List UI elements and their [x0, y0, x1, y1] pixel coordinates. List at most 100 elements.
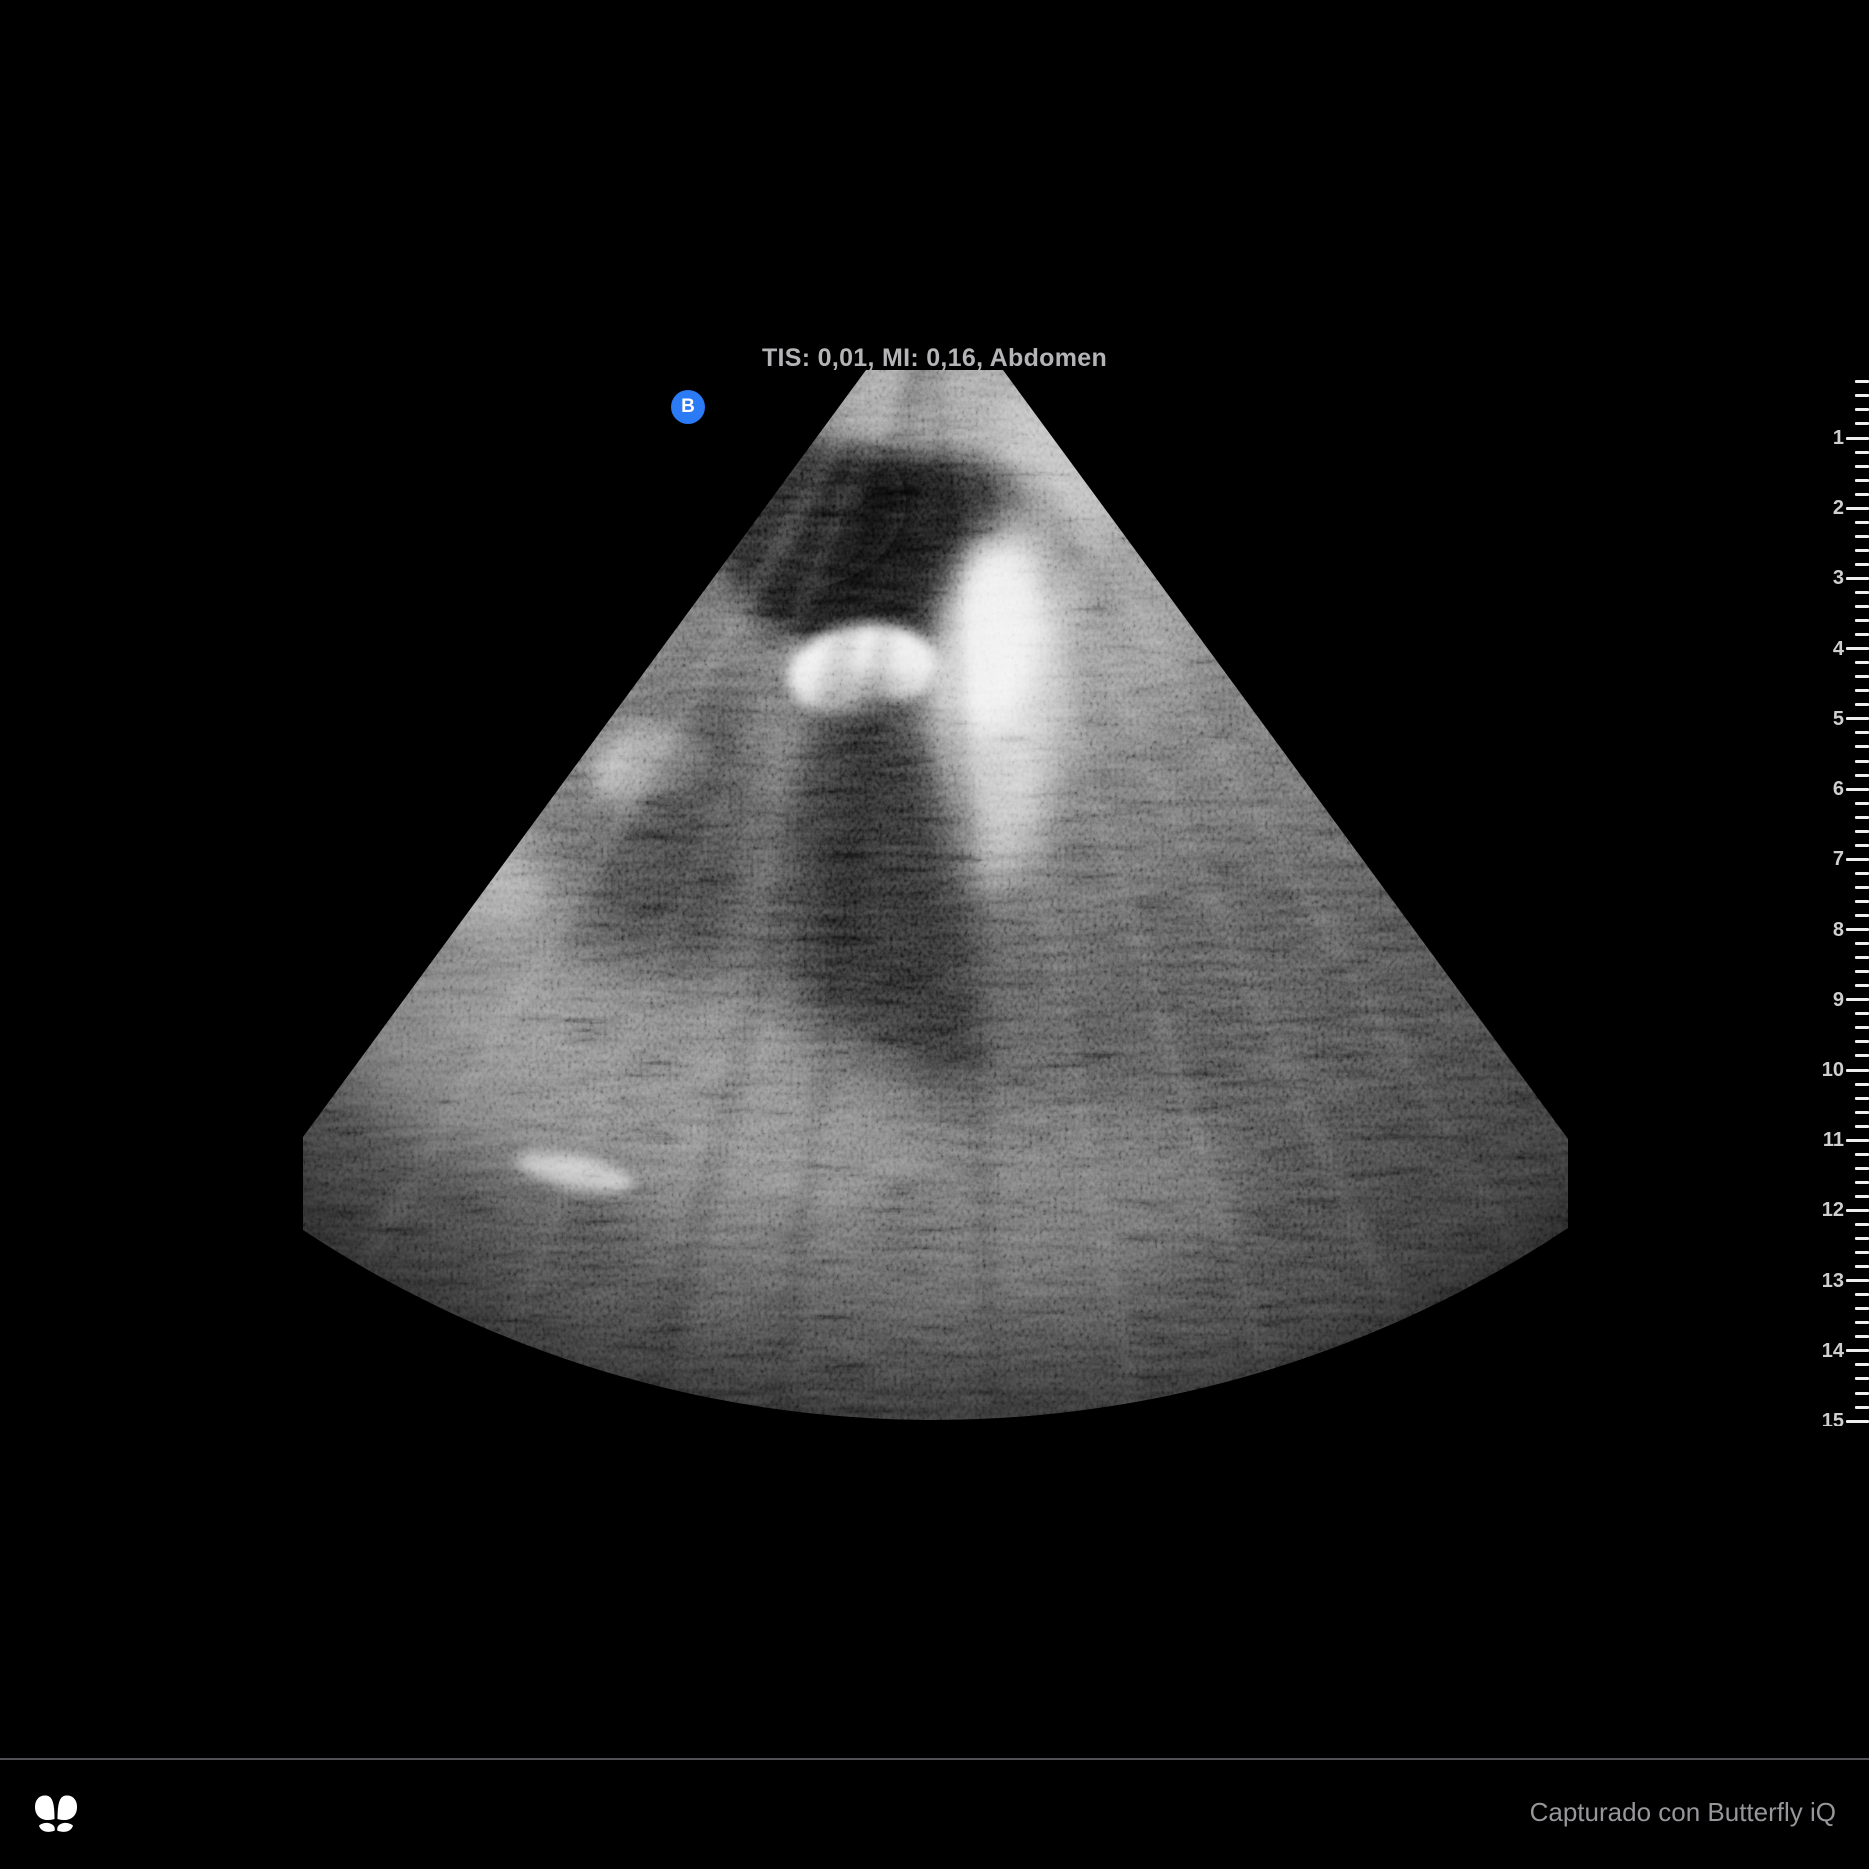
ruler-tick [1855, 1335, 1869, 1338]
ruler-tick [1855, 830, 1869, 833]
ruler-tick [1855, 1265, 1869, 1268]
ruler-tick [1855, 1406, 1869, 1409]
ruler-tick [1855, 942, 1869, 945]
ruler-label: 8 [1833, 920, 1844, 940]
ruler-tick [1846, 1279, 1869, 1282]
ruler-tick [1846, 788, 1869, 791]
ruler-tick [1855, 521, 1869, 524]
ruler-tick [1855, 816, 1869, 819]
ruler-tick [1855, 1307, 1869, 1310]
ruler-tick [1855, 479, 1869, 482]
ruler-tick [1846, 858, 1869, 861]
ruler-tick [1846, 1420, 1869, 1423]
ruler-tick [1846, 437, 1869, 440]
ruler-label: 9 [1833, 990, 1844, 1010]
ruler-tick [1855, 970, 1869, 973]
ruler-tick [1846, 577, 1869, 580]
ruler-tick [1855, 984, 1869, 987]
ruler-tick [1855, 872, 1869, 875]
ruler-tick [1855, 774, 1869, 777]
ruler-label: 4 [1833, 639, 1844, 659]
ruler-tick [1855, 745, 1869, 748]
ruler-tick [1855, 1012, 1869, 1015]
ruler-tick [1855, 1223, 1869, 1226]
ruler-label: 12 [1822, 1200, 1844, 1220]
ruler-tick [1855, 1054, 1869, 1057]
ruler-tick [1855, 1181, 1869, 1184]
ruler-tick [1846, 1349, 1869, 1352]
ruler-tick [1855, 563, 1869, 566]
ruler-tick [1855, 914, 1869, 917]
depth-ruler: 123456789101112131415 [1779, 0, 1869, 1426]
ruler-tick [1846, 717, 1869, 720]
butterfly-wings [35, 1795, 77, 1831]
ruler-tick [1855, 802, 1869, 805]
ruler-tick [1855, 1083, 1869, 1086]
ruler-tick [1855, 1195, 1869, 1198]
fan-texture [0, 0, 1869, 1869]
ruler-tick [1855, 689, 1869, 692]
ruler-label: 3 [1833, 568, 1844, 588]
ruler-tick [1855, 408, 1869, 411]
ruler-tick [1855, 1377, 1869, 1380]
ruler-label: 10 [1822, 1060, 1844, 1080]
ruler-tick [1846, 998, 1869, 1001]
ruler-tick [1855, 422, 1869, 425]
ruler-tick [1855, 1293, 1869, 1296]
ruler-label: 7 [1833, 849, 1844, 869]
ruler-tick [1855, 1251, 1869, 1254]
ruler-tick [1855, 1097, 1869, 1100]
ruler-tick [1855, 900, 1869, 903]
ruler-label: 14 [1822, 1341, 1844, 1361]
ruler-tick [1846, 928, 1869, 931]
ruler-tick [1855, 591, 1869, 594]
ruler-tick [1855, 1363, 1869, 1366]
ruler-label: 1 [1833, 428, 1844, 448]
ultrasound-capture-screen: TIS: 0,01, MI: 0,16, Abdomen B 123456789… [0, 0, 1869, 1869]
ruler-tick [1846, 1209, 1869, 1212]
ruler-tick [1855, 1026, 1869, 1029]
ruler-tick [1855, 549, 1869, 552]
ruler-tick [1846, 647, 1869, 650]
ruler-tick [1855, 886, 1869, 889]
ruler-tick [1846, 507, 1869, 510]
acoustic-output-readout: TIS: 0,01, MI: 0,16, Abdomen [0, 344, 1869, 373]
ruler-tick [1855, 675, 1869, 678]
ruler-tick [1855, 394, 1869, 397]
ruler-label: 2 [1833, 498, 1844, 518]
ruler-tick [1855, 1392, 1869, 1395]
ruler-tick [1855, 633, 1869, 636]
ruler-tick [1855, 535, 1869, 538]
ruler-tick [1855, 465, 1869, 468]
ruler-tick [1855, 1111, 1869, 1114]
b-mode-badge-label: B [681, 396, 695, 418]
ruler-label: 11 [1823, 1130, 1844, 1150]
ruler-tick [1855, 1237, 1869, 1240]
b-mode-badge[interactable]: B [671, 390, 705, 424]
ruler-tick [1855, 1040, 1869, 1043]
ruler-tick [1855, 605, 1869, 608]
ruler-tick [1855, 380, 1869, 383]
ruler-tick [1846, 1139, 1869, 1142]
ruler-tick [1855, 844, 1869, 847]
capture-caption: Capturado con Butterfly iQ [1530, 1797, 1836, 1827]
ruler-label: 15 [1822, 1411, 1844, 1426]
ruler-label: 6 [1833, 779, 1844, 799]
butterfly-icon [33, 1792, 79, 1834]
ruler-tick [1855, 731, 1869, 734]
ruler-tick [1855, 451, 1869, 454]
ruler-tick [1855, 1153, 1869, 1156]
ruler-tick [1855, 1167, 1869, 1170]
ruler-label: 13 [1822, 1271, 1844, 1291]
ruler-tick [1855, 661, 1869, 664]
ruler-tick [1855, 956, 1869, 959]
ruler-tick [1846, 1069, 1869, 1072]
ruler-tick [1855, 760, 1869, 763]
ruler-tick [1855, 703, 1869, 706]
ruler-tick [1855, 493, 1869, 496]
ruler-tick [1855, 1125, 1869, 1128]
footer-divider [0, 1758, 1869, 1760]
ruler-tick [1855, 619, 1869, 622]
ultrasound-image [0, 0, 1869, 1869]
ruler-tick [1855, 1321, 1869, 1324]
